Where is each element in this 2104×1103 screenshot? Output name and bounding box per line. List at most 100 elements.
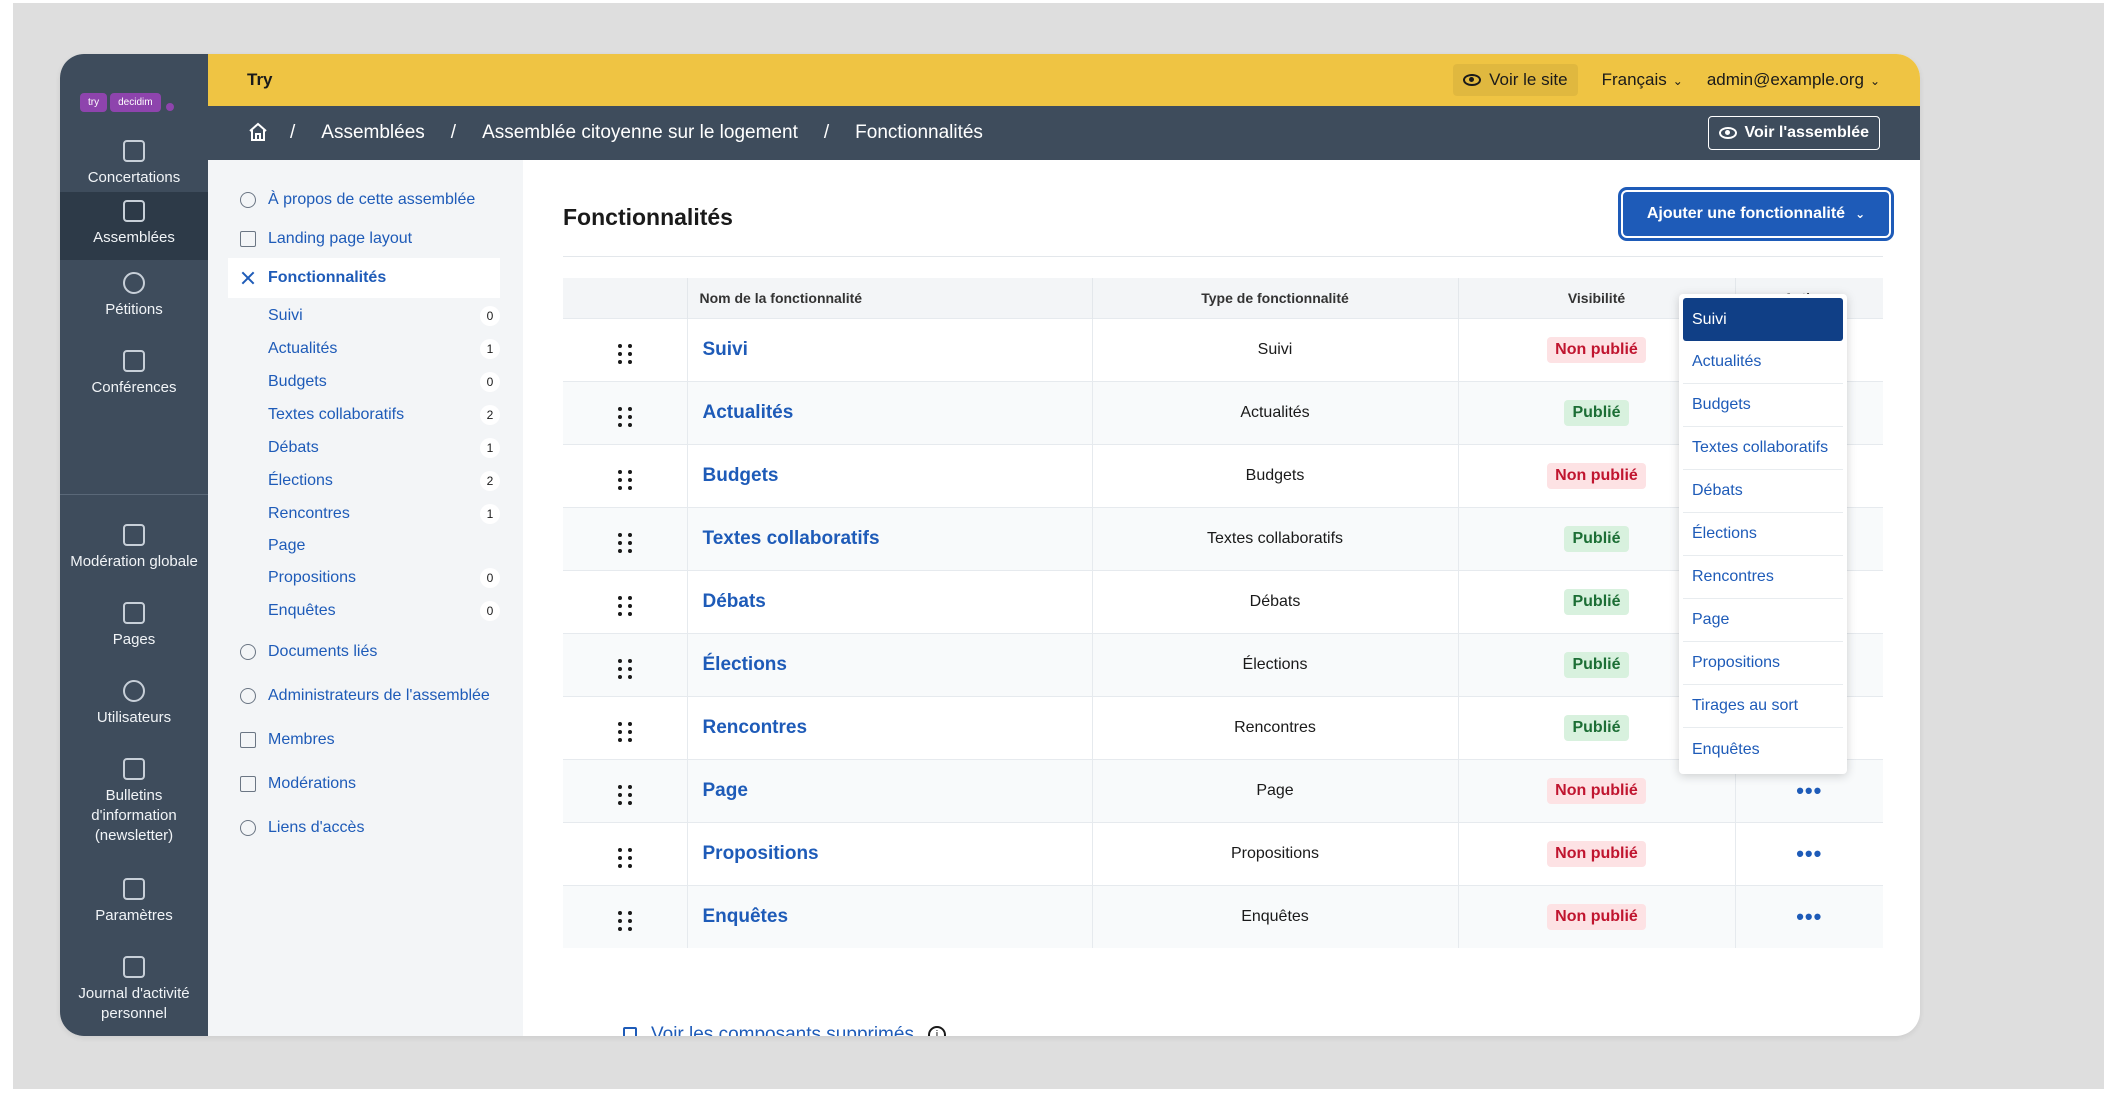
subnav-about[interactable]: À propos de cette assemblée bbox=[228, 180, 500, 220]
subnav-component-enquetes[interactable]: Enquêtes 0 bbox=[268, 597, 500, 625]
drag-handle[interactable] bbox=[563, 443, 688, 507]
drag-column-header bbox=[563, 278, 688, 318]
subnav-component-page[interactable]: Page bbox=[268, 532, 500, 560]
subnav-component-elections[interactable]: Élections 2 bbox=[268, 467, 500, 495]
feature-name-link[interactable]: Propositions bbox=[687, 821, 1093, 885]
drag-handle[interactable] bbox=[563, 695, 688, 759]
dropdown-item[interactable]: Actualités bbox=[1683, 341, 1843, 384]
rail-item-activity-log[interactable]: Journal d'activité personnel bbox=[60, 956, 208, 1032]
feature-type: Rencontres bbox=[1092, 695, 1459, 759]
component-count: 0 bbox=[480, 568, 500, 588]
subnav-component-budgets[interactable]: Budgets 0 bbox=[268, 368, 500, 396]
feature-name-link[interactable]: Débats bbox=[687, 569, 1093, 633]
subnav-features[interactable]: Fonctionnalités bbox=[228, 258, 500, 298]
drag-handle[interactable] bbox=[563, 569, 688, 633]
drag-handle[interactable] bbox=[563, 758, 688, 822]
dropdown-item[interactable]: Débats bbox=[1683, 470, 1843, 513]
rail-item-concertations[interactable]: Concertations bbox=[60, 140, 208, 200]
subnav-component-rencontres[interactable]: Rencontres 1 bbox=[268, 500, 500, 528]
drag-handle[interactable] bbox=[563, 884, 688, 948]
feature-name-link[interactable]: Enquêtes bbox=[687, 884, 1093, 948]
component-label: Débats bbox=[268, 439, 319, 456]
rail-item-users[interactable]: Utilisateurs bbox=[60, 680, 208, 736]
dropdown-item[interactable]: Page bbox=[1683, 599, 1843, 642]
members-icon bbox=[240, 732, 256, 748]
rail-item-pages[interactable]: Pages bbox=[60, 602, 208, 658]
dropdown-item[interactable]: Textes collaboratifs bbox=[1683, 427, 1843, 470]
feature-name-link[interactable]: Suivi bbox=[687, 317, 1093, 381]
chevron-down-icon: ⌄ bbox=[1869, 74, 1880, 88]
drag-handle-icon bbox=[617, 596, 632, 616]
add-feature-button[interactable]: Ajouter une fonctionnalité ⌄ bbox=[1618, 187, 1894, 241]
subnav-component-textes[interactable]: Textes collaboratifs 2 bbox=[268, 401, 500, 429]
breadcrumb-current[interactable]: Fonctionnalités bbox=[855, 122, 983, 144]
user-icon bbox=[240, 688, 256, 704]
dropdown-item[interactable]: Enquêtes bbox=[1683, 728, 1843, 771]
language-selector[interactable]: Français ⌄ bbox=[1602, 70, 1683, 90]
component-label: Rencontres bbox=[268, 505, 350, 522]
subnav-linked-docs[interactable]: Documents liés bbox=[228, 632, 500, 672]
feature-name-link[interactable]: Rencontres bbox=[687, 695, 1093, 759]
more-actions-icon[interactable]: ••• bbox=[1796, 778, 1822, 803]
subnav-component-suivi[interactable]: Suivi 0 bbox=[268, 302, 500, 330]
feature-name-link[interactable]: Page bbox=[687, 758, 1093, 822]
dropdown-item[interactable]: Budgets bbox=[1683, 384, 1843, 427]
component-count: 0 bbox=[480, 306, 500, 326]
rail-item-label: Paramètres bbox=[95, 907, 173, 924]
decidim-logo[interactable]: try decidim bbox=[80, 90, 174, 114]
attachment-icon bbox=[240, 644, 256, 660]
dropdown-item[interactable]: Tirages au sort bbox=[1683, 685, 1843, 728]
dropdown-item[interactable]: Suivi bbox=[1683, 298, 1843, 341]
home-icon[interactable] bbox=[248, 122, 268, 142]
view-assembly-label: Voir l'assemblée bbox=[1744, 124, 1869, 141]
visibility-cell: Non publié bbox=[1458, 884, 1736, 948]
rail-item-conferences[interactable]: Conférences bbox=[60, 350, 208, 406]
drag-handle[interactable] bbox=[563, 506, 688, 570]
drag-handle-icon bbox=[617, 911, 632, 932]
info-icon[interactable]: i bbox=[927, 1026, 946, 1036]
rail-item-assemblees[interactable]: Assemblées bbox=[60, 192, 208, 260]
feature-name-link[interactable]: Budgets bbox=[687, 443, 1093, 507]
feature-name-link[interactable]: Actualités bbox=[687, 380, 1093, 444]
subnav-component-propositions[interactable]: Propositions 0 bbox=[268, 564, 500, 592]
more-actions-icon[interactable]: ••• bbox=[1796, 841, 1822, 866]
drag-handle-icon bbox=[617, 470, 632, 490]
rail-item-newsletter[interactable]: Bulletins d'information (newsletter) bbox=[60, 758, 208, 854]
breadcrumb-assemblies[interactable]: Assemblées bbox=[321, 122, 425, 144]
dropdown-item[interactable]: Propositions bbox=[1683, 642, 1843, 685]
subnav-moderations[interactable]: Modérations bbox=[228, 764, 500, 804]
drag-handle[interactable] bbox=[563, 821, 688, 885]
account-menu[interactable]: admin@example.org ⌄ bbox=[1707, 70, 1880, 90]
chevron-down-icon: ⌄ bbox=[1672, 74, 1683, 88]
subnav-members[interactable]: Membres bbox=[228, 720, 500, 760]
subnav-component-actualites[interactable]: Actualités 1 bbox=[268, 335, 500, 363]
see-site-link[interactable]: Voir le site bbox=[1453, 64, 1578, 96]
breadcrumb-assembly[interactable]: Assemblée citoyenne sur le logement bbox=[482, 122, 798, 144]
dropdown-item[interactable]: Rencontres bbox=[1683, 556, 1843, 599]
deleted-components-link[interactable]: Voir les composants supprimés i bbox=[623, 1024, 946, 1036]
dropdown-item[interactable]: Élections bbox=[1683, 513, 1843, 556]
users-icon bbox=[123, 680, 145, 702]
subnav-access-links[interactable]: Liens d'accès bbox=[228, 808, 500, 848]
see-site-label: Voir le site bbox=[1489, 70, 1568, 89]
rail-item-global-moderation[interactable]: Modération globale bbox=[60, 524, 208, 580]
more-actions-icon[interactable]: ••• bbox=[1796, 904, 1822, 929]
flag-icon bbox=[240, 776, 256, 792]
drag-handle[interactable] bbox=[563, 317, 688, 381]
subnav-landing[interactable]: Landing page layout bbox=[228, 219, 500, 259]
rail-item-petitions[interactable]: Pétitions bbox=[60, 272, 208, 328]
rail-item-label: Concertations bbox=[87, 169, 181, 186]
subnav-label: Landing page layout bbox=[268, 230, 413, 247]
feature-name-link[interactable]: Élections bbox=[687, 632, 1093, 696]
view-assembly-button[interactable]: Voir l'assemblée bbox=[1707, 116, 1880, 150]
feature-name-link[interactable]: Textes collaboratifs bbox=[687, 506, 1093, 570]
subnav-admins[interactable]: Administrateurs de l'assemblée bbox=[228, 676, 500, 716]
mail-icon bbox=[123, 758, 145, 780]
drag-handle[interactable] bbox=[563, 632, 688, 696]
drag-handle[interactable] bbox=[563, 380, 688, 444]
breadcrumb-separator: / bbox=[823, 122, 830, 143]
rail-item-settings[interactable]: Paramètres bbox=[60, 878, 208, 934]
visibility-cell: Non publié bbox=[1458, 821, 1736, 885]
subnav-component-debats[interactable]: Débats 1 bbox=[268, 434, 500, 462]
component-count: 2 bbox=[480, 471, 500, 491]
